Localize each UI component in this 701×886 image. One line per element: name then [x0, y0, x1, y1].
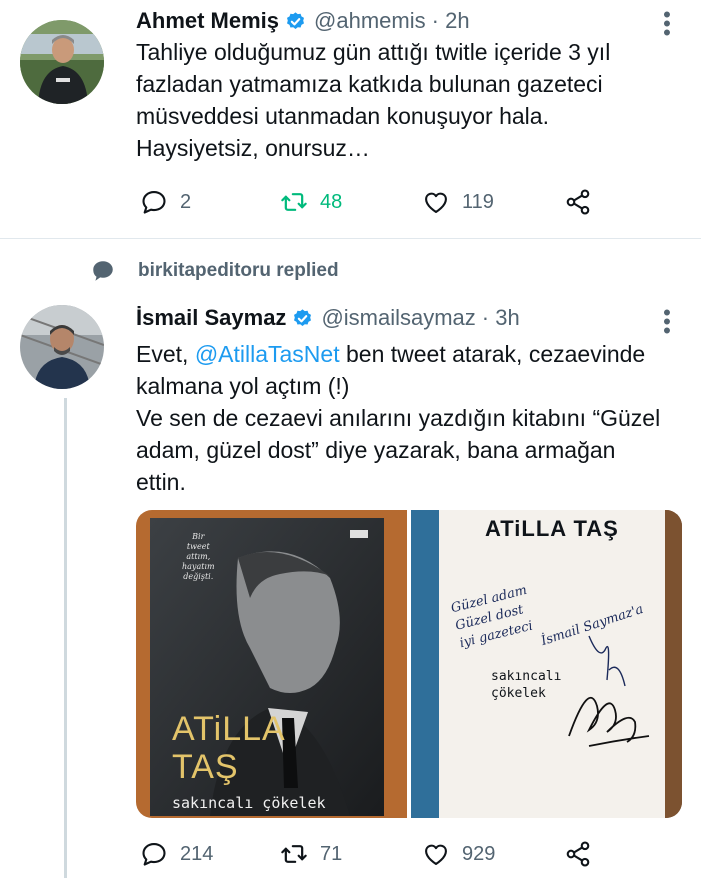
reply-button[interactable]: 214 — [140, 840, 213, 868]
reply-icon — [142, 191, 166, 214]
author-name[interactable]: İsmail Saymaz — [136, 305, 286, 331]
tweet2-text: Evet, @AtillaTasNet ben tweet atarak, ce… — [136, 338, 681, 498]
cover-quote: Bir tweet attım, hayatım değişti. — [182, 532, 215, 582]
avatar-ismail-saymaz[interactable] — [20, 305, 104, 389]
like-button[interactable]: 929 — [422, 840, 495, 868]
retweet-icon — [281, 845, 307, 863]
reply-count: 2 — [180, 190, 192, 213]
more-options-icon[interactable]: • • • — [661, 4, 673, 44]
title-page: ATiLLA TAŞ Güzel adam Güzel dost iyi gaz… — [439, 510, 665, 818]
tweet1-actions: 2 48 119 — [140, 188, 610, 220]
replied-label[interactable]: birkitapeditoru replied — [138, 260, 339, 282]
book-cover: Bir tweet attım, hayatım değişti. ATiLLA… — [150, 518, 384, 816]
heart-icon — [425, 192, 447, 213]
quote-line: hayatım — [182, 562, 215, 571]
thread-line — [64, 398, 67, 878]
tweet-timestamp[interactable]: · 3h — [482, 305, 520, 331]
author-handle[interactable]: @ahmemis — [314, 8, 426, 34]
retweet-count: 48 — [320, 190, 343, 213]
text-prefix: Evet, — [136, 341, 195, 367]
retweet-count: 71 — [320, 842, 343, 865]
verified-badge-icon — [287, 11, 305, 29]
author-handle[interactable]: @ismailsaymaz — [321, 305, 475, 331]
avatar-ahmet-memis[interactable] — [20, 20, 104, 104]
quote-line: değişti. — [183, 572, 214, 581]
tweet1-header: Ahmet Memiş @ahmemis · 2h — [136, 6, 470, 36]
reply-button[interactable]: 2 — [140, 188, 191, 216]
share-icon — [566, 841, 590, 867]
cover-author-line1: ATiLLA — [172, 710, 286, 748]
more-options-icon[interactable]: • • • — [661, 302, 673, 342]
tweet2-actions: 214 71 929 — [140, 840, 610, 872]
tweet2-header: İsmail Saymaz @ismailsaymaz · 3h — [136, 303, 520, 333]
share-button[interactable] — [564, 840, 604, 868]
share-button[interactable] — [564, 188, 604, 216]
avatar-image — [20, 305, 104, 389]
wood-background — [665, 510, 682, 818]
mention-link[interactable]: @AtillaTasNet — [195, 341, 340, 367]
like-count: 929 — [462, 842, 496, 865]
like-button[interactable]: 119 — [422, 188, 494, 216]
media-grid: Bir tweet attım, hayatım değişti. ATiLLA… — [136, 510, 682, 818]
cover-author-line2: TAŞ — [172, 748, 239, 786]
replied-indicator: birkitapeditoru replied — [90, 258, 339, 284]
quote-line: tweet — [186, 542, 210, 551]
cover-author: ATiLLA TAŞ — [172, 710, 286, 786]
verified-badge-icon — [294, 308, 312, 326]
cover-subtitle: sakıncalı çökelek — [172, 794, 326, 812]
quote-line: attım, — [186, 552, 211, 561]
heart-icon — [425, 844, 447, 865]
book-spine — [411, 510, 439, 818]
photo-signed-page[interactable]: ATiLLA TAŞ Güzel adam Güzel dost iyi gaz… — [411, 510, 682, 818]
quote-line: Bir — [192, 532, 205, 541]
signature-scribble — [568, 635, 650, 747]
tweet-divider — [0, 238, 701, 239]
reply-bubble-icon — [93, 261, 113, 281]
tweet-timestamp[interactable]: · 2h — [432, 8, 470, 34]
photo-book-cover[interactable]: Bir tweet attım, hayatım değişti. ATiLLA… — [136, 510, 407, 818]
retweet-button[interactable]: 48 — [280, 188, 342, 216]
retweet-button[interactable]: 71 — [280, 840, 342, 868]
author-name[interactable]: Ahmet Memiş — [136, 8, 279, 34]
retweet-icon — [281, 193, 307, 211]
reply-icon — [142, 843, 166, 866]
like-count: 119 — [462, 190, 494, 213]
reply-count: 214 — [180, 842, 214, 865]
avatar-image — [20, 20, 104, 104]
share-icon — [566, 189, 590, 215]
tweet1-text: Tahliye olduğumuz gün attığı twitle içer… — [136, 39, 611, 161]
